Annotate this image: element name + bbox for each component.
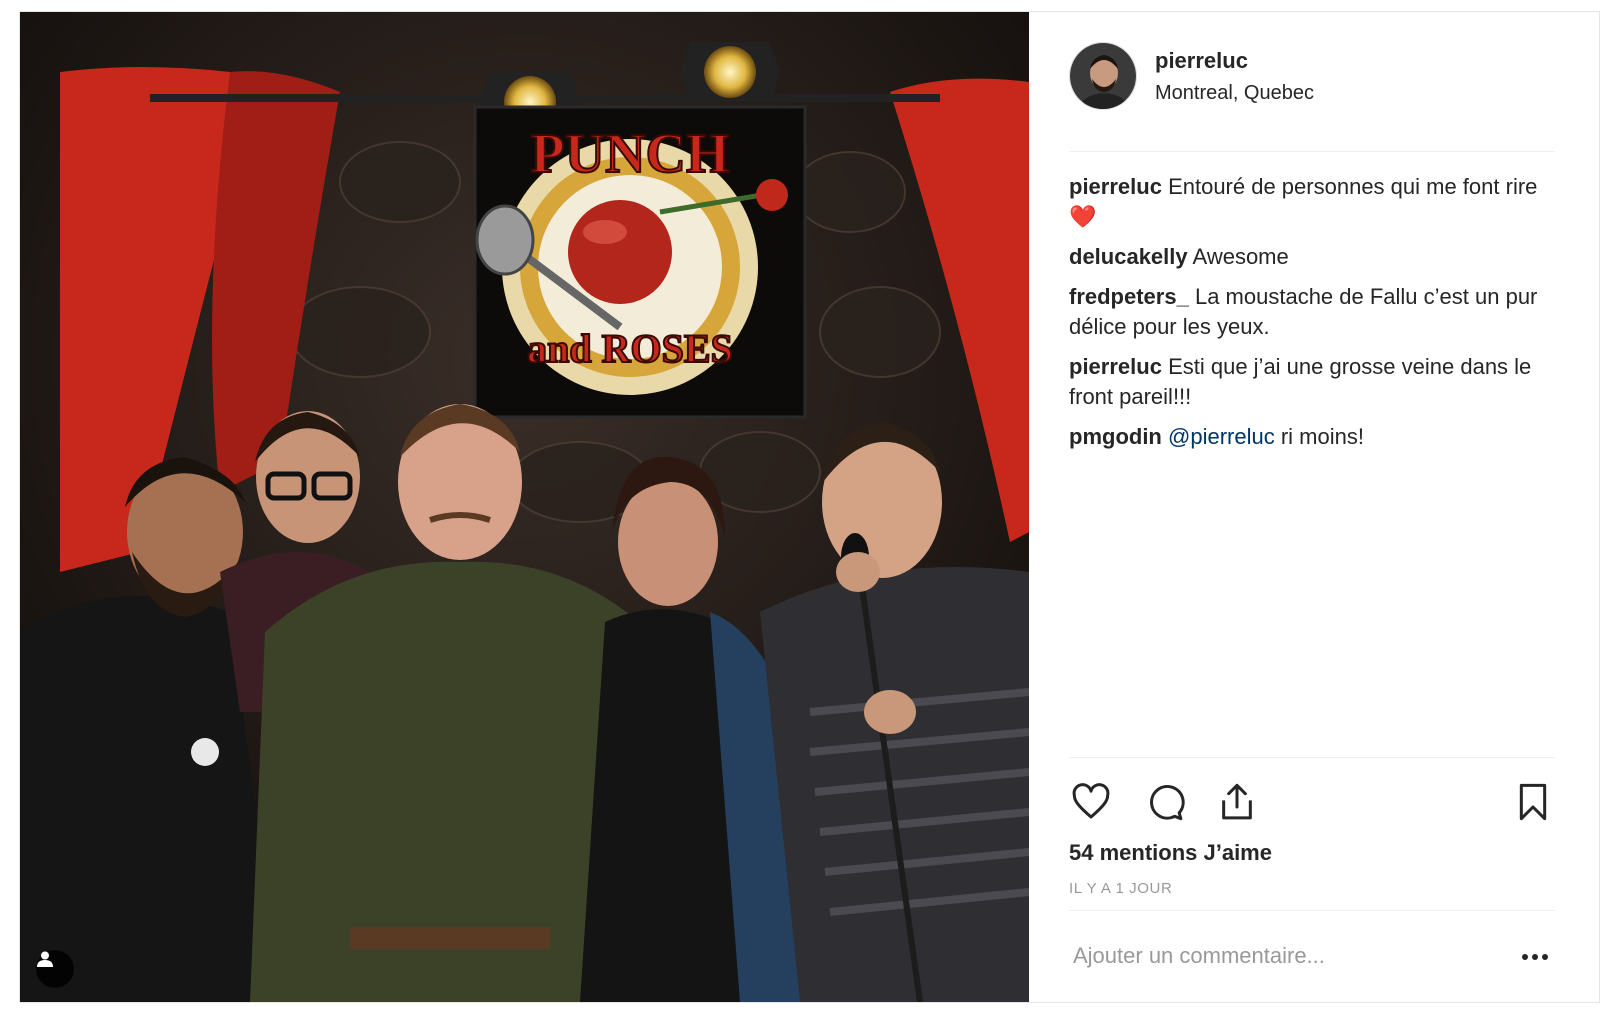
more-icon: [1522, 954, 1548, 960]
username-link[interactable]: pierreluc: [1155, 48, 1248, 74]
comment-icon: [1150, 784, 1185, 821]
comment-input[interactable]: [1073, 941, 1493, 971]
location-link[interactable]: Montreal, Quebec: [1155, 82, 1314, 105]
heart-icon: [1072, 783, 1110, 819]
likes-count[interactable]: 54 mentions J’aime: [1069, 840, 1272, 866]
comment-item: pmgodin @pierreluc ri moins!: [1069, 422, 1569, 452]
save-button[interactable]: [1511, 780, 1555, 824]
comment-username[interactable]: pierreluc: [1069, 354, 1162, 379]
user-tag-icon: [37, 951, 53, 967]
comment-text: Entouré de personnes qui me font rire: [1168, 174, 1538, 199]
comment-username[interactable]: delucakelly: [1069, 244, 1188, 269]
post-header: pierreluc Montreal, Quebec: [1069, 42, 1555, 152]
comment-username[interactable]: fredpeters_: [1069, 284, 1189, 309]
comment-text: Awesome: [1192, 244, 1289, 269]
post-sidebar: pierreluc Montreal, Quebec pierreluc Ent…: [1029, 12, 1599, 1002]
caption: pierreluc Entouré de personnes qui me fo…: [1069, 172, 1569, 232]
comment-username[interactable]: pierreluc: [1069, 174, 1162, 199]
photo-illustration: PUNCH and ROSES: [20, 12, 1029, 1002]
like-button[interactable]: [1069, 780, 1113, 824]
avatar[interactable]: [1069, 42, 1137, 110]
comment-item: pierreluc Esti que j’ai une grosse veine…: [1069, 352, 1569, 412]
mention-link[interactable]: @pierreluc: [1168, 424, 1275, 449]
user-tag-button[interactable]: [36, 950, 74, 988]
post-photo[interactable]: PUNCH and ROSES: [20, 12, 1029, 1002]
action-bar: 54 mentions J’aime IL Y A 1 JOUR: [1069, 757, 1555, 917]
comment-item: fredpeters_ La moustache de Fallu c’est …: [1069, 282, 1569, 342]
comments-list: pierreluc Entouré de personnes qui me fo…: [1069, 172, 1569, 462]
comment-item: delucakelly Awesome: [1069, 242, 1569, 272]
bookmark-icon: [1519, 783, 1547, 821]
comment-button[interactable]: [1143, 780, 1187, 824]
sign-title-top: PUNCH: [530, 123, 729, 185]
sign-title-bottom: and ROSES: [527, 326, 733, 371]
comment-text: ri moins!: [1280, 424, 1364, 449]
more-options-button[interactable]: [1515, 943, 1555, 971]
instagram-post: PUNCH and ROSES pierreluc Montreal, Queb…: [19, 11, 1600, 1003]
share-button[interactable]: [1215, 780, 1259, 824]
add-comment-section: [1069, 910, 1555, 1002]
red-heart-emoji: ❤️: [1069, 204, 1097, 229]
comment-username[interactable]: pmgodin: [1069, 424, 1162, 449]
post-timestamp[interactable]: IL Y A 1 JOUR: [1069, 880, 1172, 897]
share-icon: [1222, 783, 1252, 820]
avatar-image: [1070, 43, 1136, 109]
